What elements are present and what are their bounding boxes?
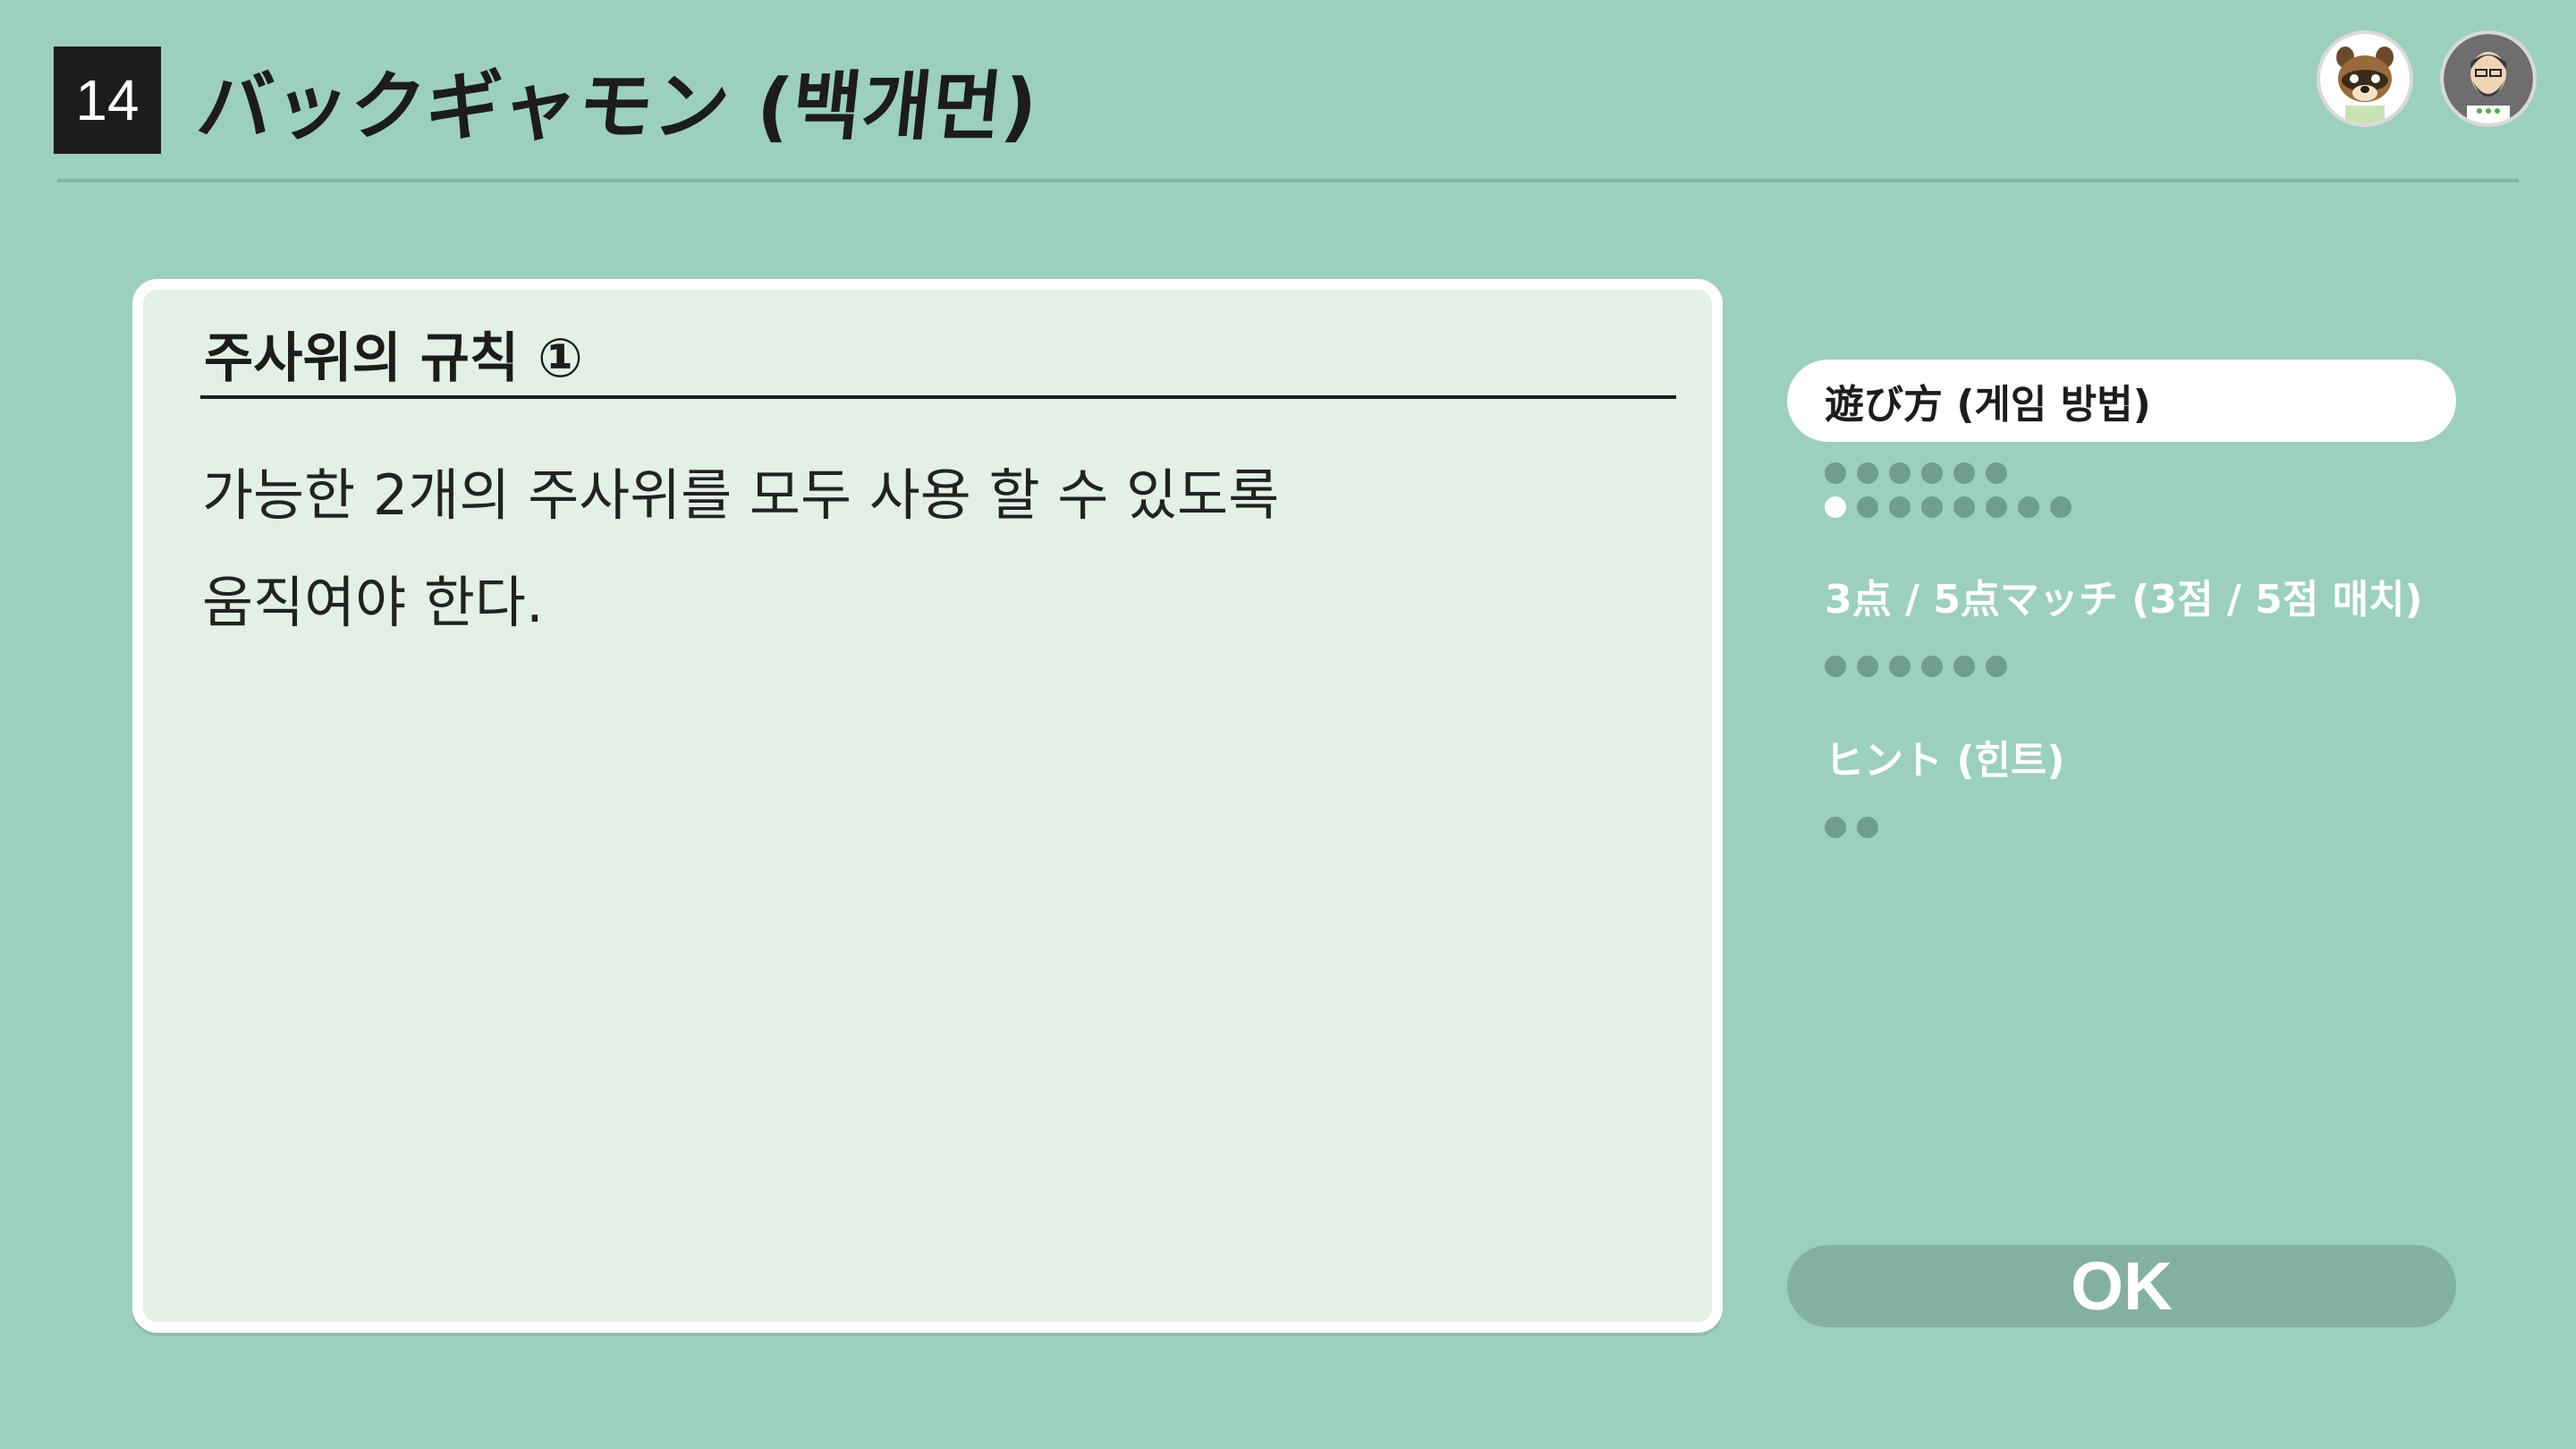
page-dot (1857, 817, 1878, 838)
page-dot (1986, 496, 2007, 518)
dot-row (1825, 649, 2018, 683)
rules-card: 주사위의 규칙 ① 가능한 2개의 주사위를 모두 사용 할 수 있도록 움직여… (132, 279, 1723, 1333)
ok-button[interactable]: OK (1787, 1245, 2456, 1327)
page-dot (1889, 496, 1911, 518)
dot-row (1825, 810, 1889, 844)
page-dot (1921, 656, 1943, 677)
dot-row (1825, 456, 2082, 490)
page-indicator-point-match (1825, 649, 2018, 683)
page-dot (1825, 817, 1846, 838)
menu-item-hint[interactable]: ヒント (힌트) (1787, 716, 2456, 798)
page-dot (1889, 462, 1911, 484)
page-dot (2050, 496, 2072, 518)
tanuki-character-avatar-icon[interactable] (2317, 30, 2413, 127)
menu-item-how-to-play[interactable]: 遊び方 (게임 방법) (1787, 360, 2456, 442)
page-dot (1825, 656, 1846, 677)
rule-title: 주사위의 규칙 ① (204, 327, 583, 390)
page-indicator-hint (1825, 810, 1889, 844)
rule-text: 가능한 2개의 주사위를 모두 사용 할 수 있도록 움직여야 한다. (202, 462, 1280, 635)
page-dot (1953, 656, 1975, 677)
dot-row (1825, 490, 2082, 524)
page-dot (1921, 462, 1943, 484)
menu-item-point-match[interactable]: 3点 / 5点マッチ (3점 / 5점 매치) (1787, 555, 2456, 637)
page-dot (2018, 496, 2039, 518)
rule-title-underline (200, 395, 1676, 399)
menu-item-label: 3点 / 5点マッチ (3점 / 5점 매치) (1825, 577, 2423, 623)
ok-button-label: OK (2071, 1248, 2173, 1325)
page-dot (1857, 462, 1878, 484)
game-number-badge: 14 (54, 47, 161, 154)
game-number: 14 (75, 68, 140, 132)
page-dot (1986, 656, 2007, 677)
menu-item-label: ヒント (힌트) (1825, 738, 2065, 784)
page-dot (1889, 656, 1911, 677)
page-dot (1953, 496, 1975, 518)
header-divider (57, 179, 2519, 182)
page-dot (1953, 462, 1975, 484)
page-dot (1986, 462, 2007, 484)
page-dot-current (1825, 496, 1846, 518)
page-dot (1825, 462, 1846, 484)
game-title: バックギャモン (백개먼) (193, 62, 1043, 150)
page-dot (1857, 496, 1878, 518)
page-dot (1921, 496, 1943, 518)
page-dot (1857, 656, 1878, 677)
bearded-man-avatar-icon[interactable] (2440, 30, 2537, 127)
page-indicator-how-to-play (1825, 456, 2082, 524)
menu-item-label: 遊び方 (게임 방법) (1825, 382, 2151, 428)
